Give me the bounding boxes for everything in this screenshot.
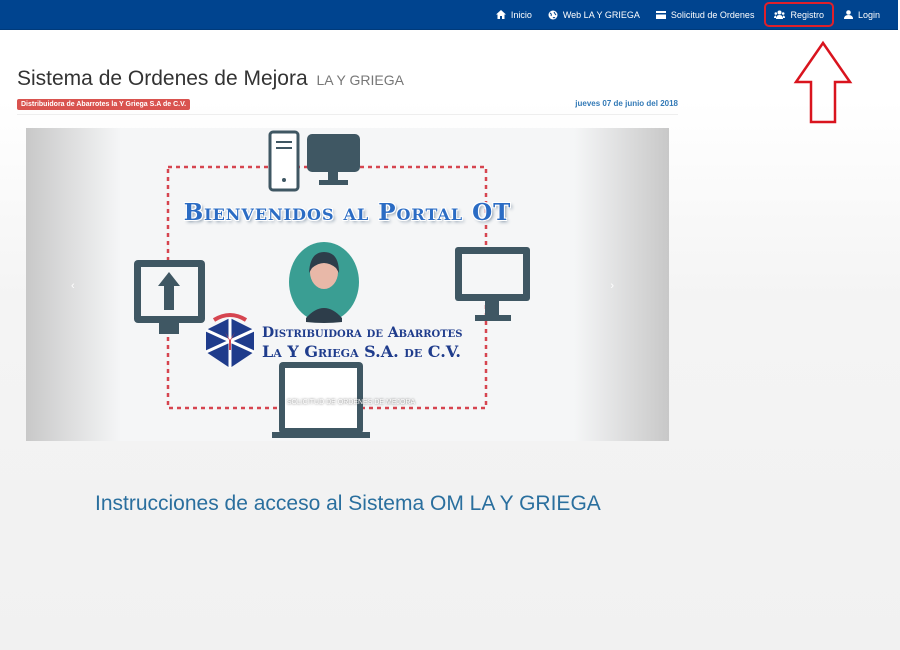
instructions-heading: Instrucciones de acceso al Sistema OM LA…: [95, 492, 601, 515]
nav-label-login: Login: [857, 9, 880, 20]
company-name: Distribuidora de Abarrotes La Y Griega S…: [262, 325, 463, 361]
users-icon: [774, 10, 786, 19]
top-navbar: Inicio Web LA Y GRIEGA Solicitud de Orde…: [0, 0, 898, 30]
page-subtitle: LA Y GRIEGA: [316, 72, 404, 88]
carousel-next-area[interactable]: [574, 128, 669, 441]
nav-label-web: Web LA Y GRIEGA: [562, 9, 640, 20]
nav-item-web[interactable]: Web LA Y GRIEGA: [540, 0, 648, 29]
company-logo-icon: [205, 313, 255, 368]
card-icon: [655, 10, 666, 19]
portal-illustration: [134, 130, 530, 438]
nav-label-registro: Registro: [790, 9, 824, 20]
current-date: jueves 07 de junio del 2018: [575, 99, 678, 108]
company-line-2: La Y Griega S.A. de C.V.: [262, 342, 461, 361]
nav-item-registro[interactable]: Registro: [764, 2, 834, 27]
nav-item-login[interactable]: Login: [836, 0, 888, 29]
user-icon: [843, 10, 853, 19]
company-badge: Distribuidora de Abarrotes la Y Griega S…: [17, 99, 191, 110]
welcome-heading: Bienvenidos al Portal OT: [183, 199, 512, 226]
globe-icon: [548, 10, 558, 20]
nav-item-solicitud[interactable]: Solicitud de Ordenes: [648, 0, 763, 29]
nav-label-solicitud: Solicitud de Ordenes: [670, 9, 755, 20]
red-arrow-annotation-icon: [793, 40, 853, 124]
chevron-right-icon[interactable]: ›: [610, 280, 614, 292]
company-line-1: Distribuidora de Abarrotes: [262, 325, 463, 341]
monitor-icon-top: [307, 134, 360, 185]
page-title: Sistema de Ordenes de Mejora LA Y GRIEGA: [17, 67, 404, 91]
slide-caption: SOLICITUD DE ORDENES DE MEJORA: [286, 399, 416, 406]
desktop-tower-icon: [268, 130, 300, 192]
chevron-left-icon[interactable]: ‹: [71, 280, 75, 292]
nav-menu: Inicio Web LA Y GRIEGA Solicitud de Orde…: [488, 0, 888, 29]
home-icon: [495, 10, 506, 19]
nav-label-inicio: Inicio: [510, 9, 532, 20]
monitor-icon-right: [455, 247, 530, 321]
welcome-carousel: Bienvenidos al Portal OT Distribuidora d…: [26, 128, 669, 441]
header-divider: [17, 114, 678, 115]
page-title-text: Sistema de Ordenes de Mejora: [17, 67, 308, 90]
avatar-icon: [289, 242, 359, 323]
nav-item-inicio[interactable]: Inicio: [488, 0, 540, 29]
upload-monitor-icon: [134, 260, 205, 334]
